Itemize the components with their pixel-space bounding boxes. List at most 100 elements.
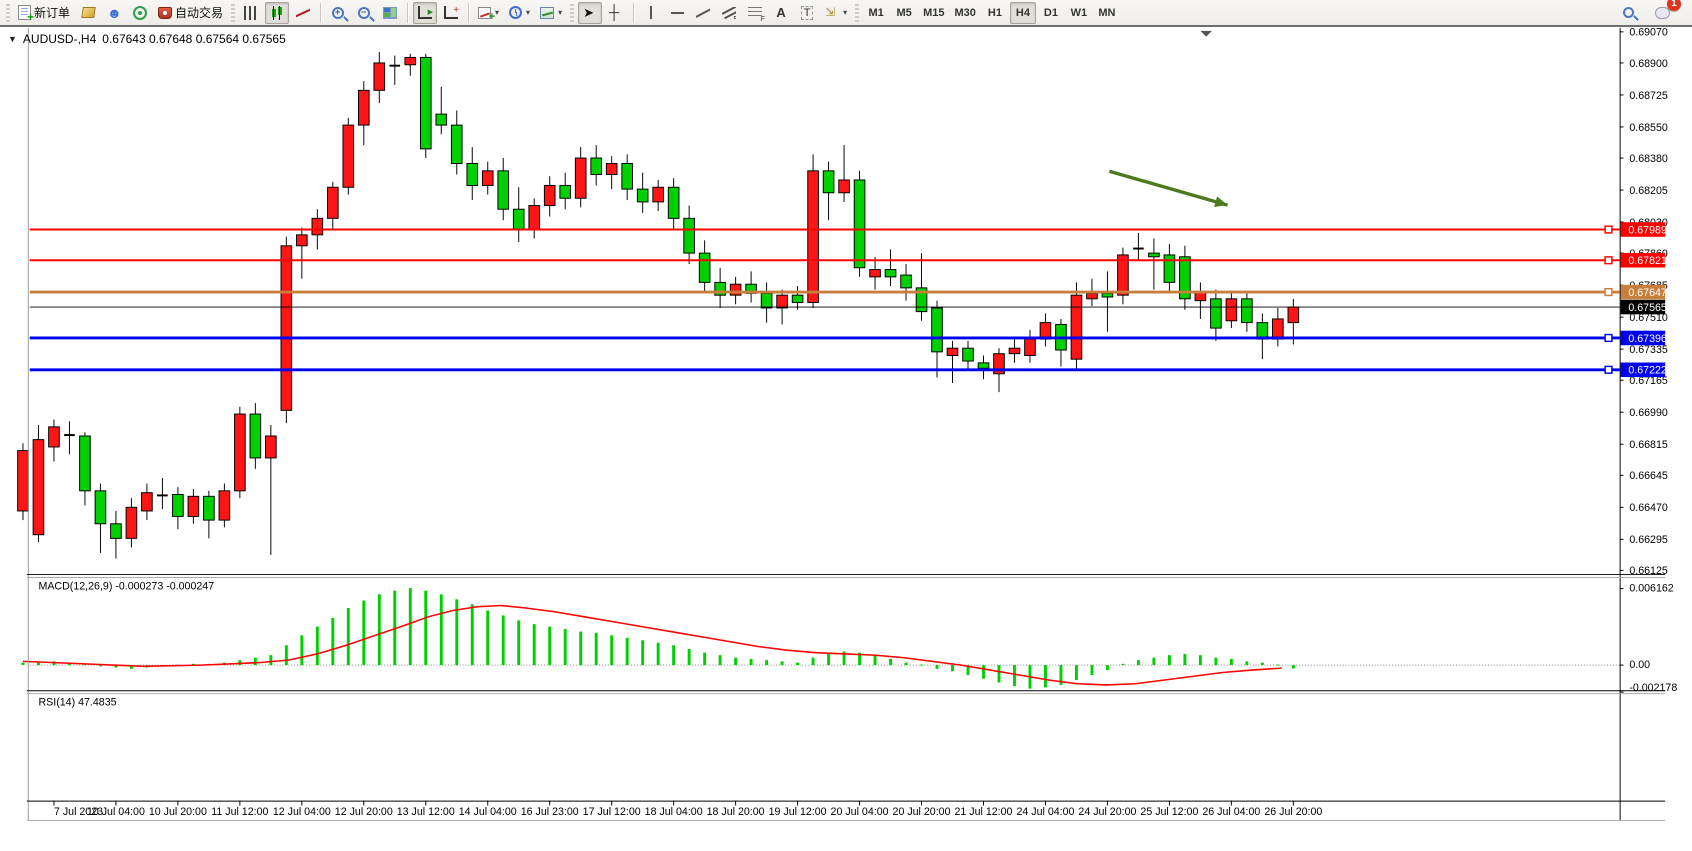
- candle-up: [297, 235, 308, 246]
- macd-bar: [22, 663, 25, 665]
- toolbar-grip[interactable]: [570, 4, 574, 22]
- timeframe-h4-button[interactable]: H4: [1010, 2, 1036, 24]
- tile-windows-button[interactable]: [378, 2, 402, 24]
- chevron-down-icon[interactable]: ▼: [8, 34, 17, 44]
- line-handle[interactable]: [1605, 289, 1612, 296]
- time-tick-label: 24 Jul 20:00: [1078, 806, 1136, 818]
- autotrading-icon: [158, 7, 172, 19]
- notification-badge: 1: [1667, 0, 1681, 11]
- cursor-button[interactable]: ➤: [578, 2, 602, 24]
- macd-bar: [564, 629, 567, 665]
- vertical-line-button[interactable]: [639, 2, 663, 24]
- arrows-button[interactable]: ⇲▾: [821, 2, 851, 24]
- search-button[interactable]: [1616, 2, 1640, 24]
- text-label-button[interactable]: T: [795, 2, 819, 24]
- macd-bar: [998, 665, 1001, 682]
- new-order-icon: [18, 5, 31, 20]
- accounts-button[interactable]: ☻: [102, 2, 126, 24]
- line-handle[interactable]: [1605, 226, 1612, 233]
- line-handle[interactable]: [1605, 257, 1612, 264]
- person-icon: ☻: [107, 6, 121, 20]
- timeframe-mn-button[interactable]: MN: [1094, 2, 1120, 24]
- chart-canvas[interactable]: 0.690700.689000.687250.685500.683800.682…: [0, 27, 1692, 851]
- toolbar-grip[interactable]: [6, 4, 10, 22]
- line-chart-button[interactable]: [291, 2, 315, 24]
- chevron-down-icon: ▾: [843, 8, 847, 17]
- candle-up: [235, 414, 246, 491]
- macd-bar: [796, 663, 799, 665]
- chart-window[interactable]: ▼ AUDUSD-,H4 0.67643 0.67648 0.67564 0.6…: [0, 27, 1692, 851]
- candle-up: [544, 185, 555, 205]
- chart-shift-button[interactable]: [439, 2, 463, 24]
- autotrading-button[interactable]: 自动交易: [154, 2, 227, 24]
- timeframe-m1-button[interactable]: M1: [863, 2, 889, 24]
- toolbar-grip[interactable]: [231, 4, 235, 22]
- market-watch-button[interactable]: [76, 2, 100, 24]
- macd-bar: [316, 627, 319, 665]
- candle-up: [18, 451, 29, 511]
- time-tick-label: 14 Jul 04:00: [459, 806, 517, 818]
- line-handle[interactable]: [1605, 366, 1612, 373]
- timeframe-m30-button[interactable]: M30: [951, 2, 980, 24]
- macd-bar: [533, 624, 536, 665]
- candle-down: [761, 293, 772, 308]
- macd-bar: [672, 645, 675, 665]
- crosshair-button[interactable]: ┼: [604, 2, 628, 24]
- price-tick-label: 0.68900: [1629, 58, 1668, 70]
- time-tick-label: 24 Jul 04:00: [1016, 806, 1074, 818]
- zoom-in-button[interactable]: +: [326, 2, 350, 24]
- horizontal-line-button[interactable]: [665, 2, 689, 24]
- candle-up: [126, 507, 137, 538]
- macd-bar: [781, 661, 784, 665]
- new-order-button[interactable]: 新订单: [14, 2, 74, 24]
- text-button[interactable]: A: [769, 2, 793, 24]
- macd-bar: [874, 655, 877, 665]
- periods-button[interactable]: ▾: [505, 2, 534, 24]
- candle-down: [885, 270, 896, 277]
- macd-axis-label: 0.006162: [1629, 583, 1673, 595]
- macd-bar: [1230, 659, 1233, 665]
- macd-bar: [502, 615, 505, 665]
- macd-bar: [1261, 663, 1264, 665]
- timeframe-h1-button[interactable]: H1: [982, 2, 1008, 24]
- candle-up: [1087, 293, 1098, 298]
- auto-scroll-button[interactable]: [413, 2, 437, 24]
- fibonacci-button[interactable]: [743, 2, 767, 24]
- timeframe-m5-button[interactable]: M5: [891, 2, 917, 24]
- timeframe-w1-button[interactable]: W1: [1066, 2, 1092, 24]
- trendline-button[interactable]: [691, 2, 715, 24]
- candle-down: [792, 295, 803, 302]
- macd-bar: [1292, 665, 1295, 668]
- candle-down: [95, 491, 106, 524]
- time-tick-label: 16 Jul 23:00: [521, 806, 579, 818]
- macd-bar: [688, 649, 691, 665]
- macd-bar: [269, 655, 272, 665]
- toolbar-grip[interactable]: [855, 4, 859, 22]
- templates-button[interactable]: ▾: [536, 2, 566, 24]
- indicators-icon: [478, 7, 491, 19]
- horizontal-line-icon: [671, 12, 684, 14]
- channel-icon: [722, 7, 736, 19]
- notifications-button[interactable]: 1: [1650, 2, 1674, 24]
- line-chart-icon: [296, 7, 310, 19]
- bar-chart-button[interactable]: [239, 2, 263, 24]
- new-order-label: 新订单: [34, 4, 70, 21]
- line-handle[interactable]: [1605, 335, 1612, 342]
- timeframe-d1-button[interactable]: D1: [1038, 2, 1064, 24]
- indicators-button[interactable]: ▾: [474, 2, 503, 24]
- time-tick-label: 26 Jul 04:00: [1202, 806, 1260, 818]
- macd-bar: [347, 608, 350, 665]
- candlestick-chart-button[interactable]: [265, 2, 289, 24]
- candle-up: [327, 187, 338, 218]
- price-tick-label: 0.67335: [1629, 344, 1668, 356]
- price-tick-label: 0.66645: [1629, 470, 1668, 482]
- symbol-title: AUDUSD-,H4: [23, 32, 96, 46]
- signals-button[interactable]: [128, 2, 152, 24]
- candle-down: [622, 164, 633, 190]
- channel-button[interactable]: [717, 2, 741, 24]
- time-tick-label: 18 Jul 04:00: [645, 806, 703, 818]
- zoom-out-button[interactable]: −: [352, 2, 376, 24]
- candle-up: [653, 187, 664, 202]
- price-tick-label: 0.66125: [1629, 565, 1668, 577]
- timeframe-m15-button[interactable]: M15: [919, 2, 948, 24]
